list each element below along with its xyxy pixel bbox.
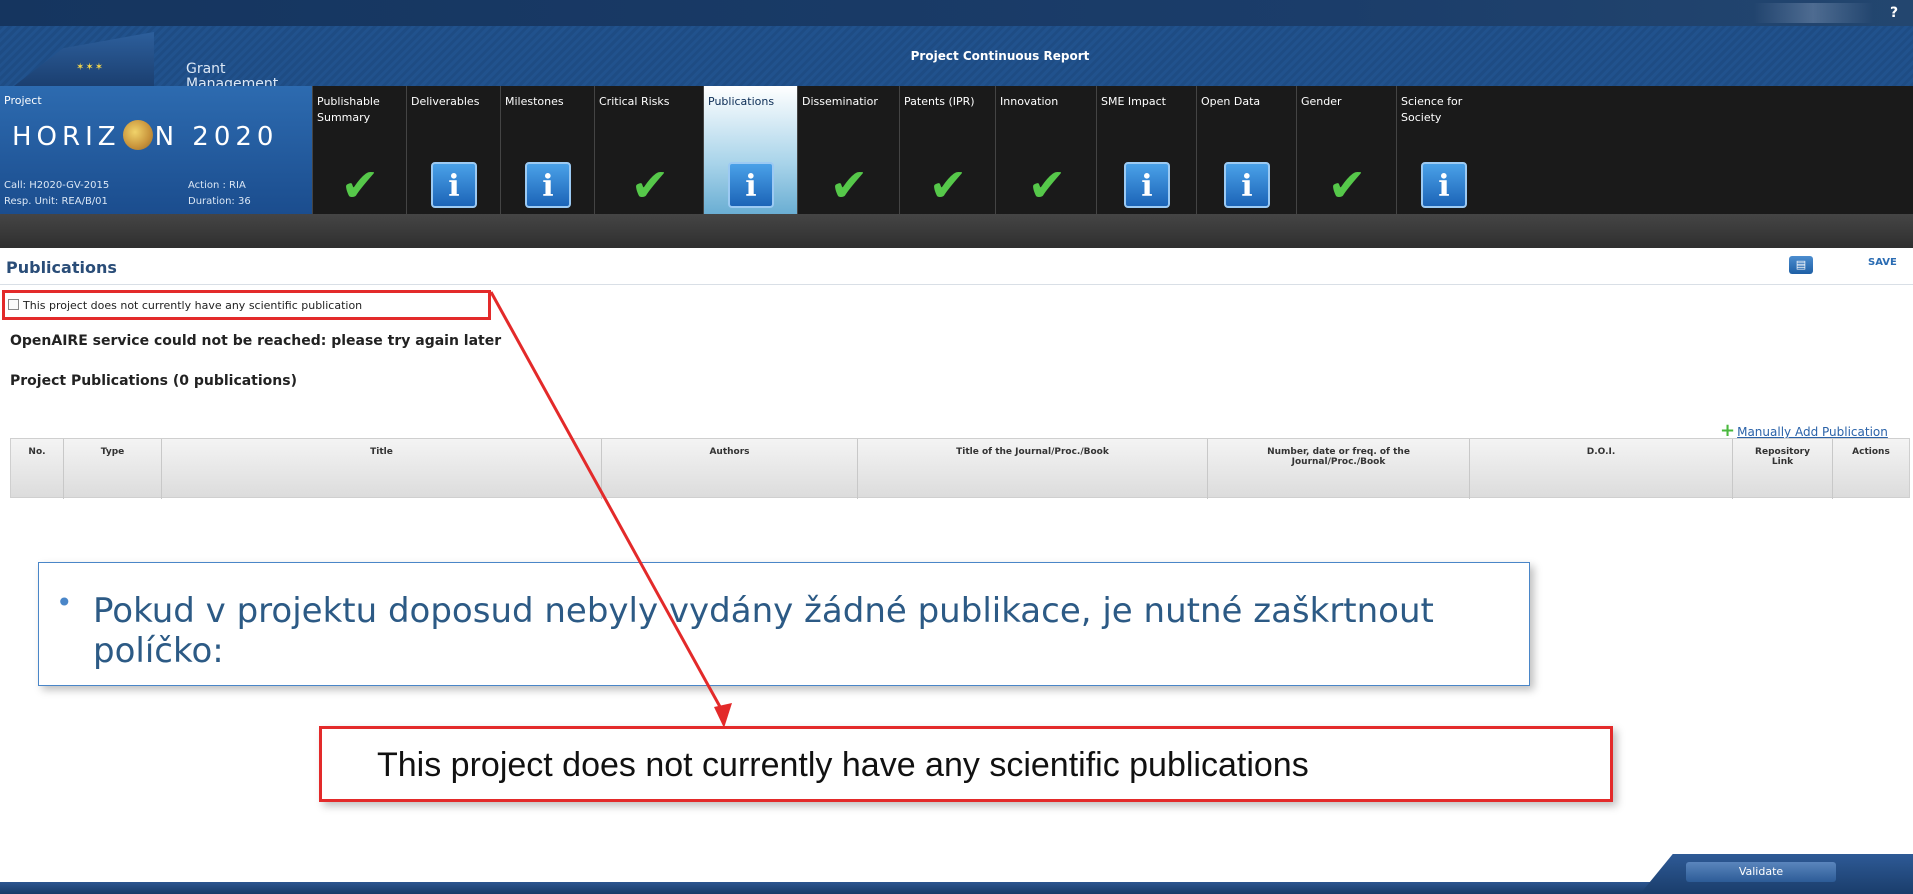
info-icon: i xyxy=(525,162,571,208)
highlighted-label-text: This project does not currently have any… xyxy=(377,746,1309,784)
sub-toolbar xyxy=(0,214,1913,248)
tab-label: Critical Risks xyxy=(599,95,670,108)
tab-deliverables[interactable]: Deliverables i xyxy=(406,86,500,214)
col-header-authors: Authors xyxy=(602,439,858,499)
tab-label: Publishable Summary xyxy=(317,95,380,124)
horizon-2020-logo: HORIZ N 2020 xyxy=(12,120,279,152)
col-header-journal-number: Number, date or freq. of the Journal/Pro… xyxy=(1208,439,1470,499)
checkbox-highlight-box xyxy=(2,290,491,320)
openaire-message: OpenAIRE service could not be reached: p… xyxy=(10,333,502,349)
col-header-type: Type xyxy=(64,439,162,499)
col-header-repository-link: Repository Link xyxy=(1733,439,1833,499)
page-title: Publications xyxy=(6,258,117,277)
tab-publishable-summary[interactable]: Publishable Summary ✔ xyxy=(312,86,406,214)
tab-innovation[interactable]: Innovation ✔ xyxy=(995,86,1096,214)
unit-info: Resp. Unit: REA/B/01 xyxy=(4,196,108,207)
check-icon: ✔ xyxy=(1027,158,1067,212)
top-strip: ? xyxy=(0,0,1913,26)
bullet-icon: • xyxy=(56,586,73,619)
info-icon: i xyxy=(1421,162,1467,208)
tab-label: Patents (IPR) xyxy=(904,95,975,108)
project-label: Project xyxy=(4,94,42,107)
help-button[interactable]: ? xyxy=(1885,4,1903,22)
tab-open-data[interactable]: Open Data i xyxy=(1196,86,1296,214)
col-header-no: No. xyxy=(11,439,64,499)
project-panel: Project HORIZ N 2020 Call: H2020-GV-2015 … xyxy=(0,86,312,214)
arrow-head xyxy=(714,703,732,728)
tab-label: Deliverables xyxy=(411,95,480,108)
instruction-callout: Pokud v projektu doposud nebyly vydány ž… xyxy=(38,562,1530,686)
save-icon[interactable]: ▤ xyxy=(1789,256,1813,274)
check-icon: ✔ xyxy=(630,158,670,212)
save-button[interactable]: SAVE xyxy=(1868,257,1908,273)
check-icon: ✔ xyxy=(1327,158,1367,212)
eu-flag-logo: ✶✶✶ xyxy=(14,32,154,86)
publications-table: No. Type Title Authors Title of the Jour… xyxy=(10,438,1910,499)
info-icon: i xyxy=(1224,162,1270,208)
eu-stars-icon: ✶✶✶ xyxy=(76,62,105,73)
tab-patents-ipr[interactable]: Patents (IPR) ✔ xyxy=(899,86,995,214)
tab-label: Open Data xyxy=(1201,95,1261,108)
col-header-doi: D.O.I. xyxy=(1470,439,1733,499)
tab-milestones[interactable]: Milestones i xyxy=(500,86,594,214)
duration-info: Duration: 36 xyxy=(188,196,251,207)
tab-label: Milestones xyxy=(505,95,564,108)
report-title: Project Continuous Report xyxy=(910,49,1090,63)
globe-icon xyxy=(122,120,153,150)
tab-label: Disseminatior xyxy=(802,95,878,108)
tab-label: SME Impact xyxy=(1101,95,1166,108)
info-icon: i xyxy=(431,162,477,208)
tab-sme-impact[interactable]: SME Impact i xyxy=(1096,86,1196,214)
check-icon: ✔ xyxy=(829,158,869,212)
footer-bar xyxy=(0,882,1913,894)
app-header: ✶✶✶ Grant Management Project Continuous … xyxy=(0,26,1913,92)
instruction-text: Pokud v projektu doposud nebyly vydány ž… xyxy=(93,591,1434,671)
call-info: Call: H2020-GV-2015 xyxy=(4,180,110,191)
col-header-title: Title xyxy=(162,439,602,499)
publication-count: Project Publications (0 publications) xyxy=(10,373,297,389)
tab-science-for-society[interactable]: Science for Society i xyxy=(1396,86,1490,214)
check-icon: ✔ xyxy=(340,158,380,212)
tab-label: Gender xyxy=(1301,95,1342,108)
check-icon: ✔ xyxy=(928,158,968,212)
col-header-actions: Actions xyxy=(1852,447,1890,457)
highlighted-label-box: This project does not currently have any… xyxy=(319,726,1613,802)
tab-label: Innovation xyxy=(1000,95,1059,108)
tab-gender[interactable]: Gender ✔ xyxy=(1296,86,1396,214)
tab-critical-risks[interactable]: Critical Risks ✔ xyxy=(594,86,703,214)
title-divider xyxy=(0,284,1913,285)
action-info: Action : RIA xyxy=(188,180,246,191)
top-strip-highlight xyxy=(1753,3,1873,23)
validate-button[interactable]: Validate xyxy=(1686,862,1836,882)
info-icon: i xyxy=(728,162,774,208)
tab-disseminatior[interactable]: Disseminatior ✔ xyxy=(797,86,899,214)
tab-label: Science for Society xyxy=(1401,95,1463,124)
info-icon: i xyxy=(1124,162,1170,208)
col-header-journal-title: Title of the Journal/Proc./Book xyxy=(858,439,1208,499)
tab-label: Publications xyxy=(708,95,775,108)
tab-publications[interactable]: Publications i xyxy=(703,86,797,214)
